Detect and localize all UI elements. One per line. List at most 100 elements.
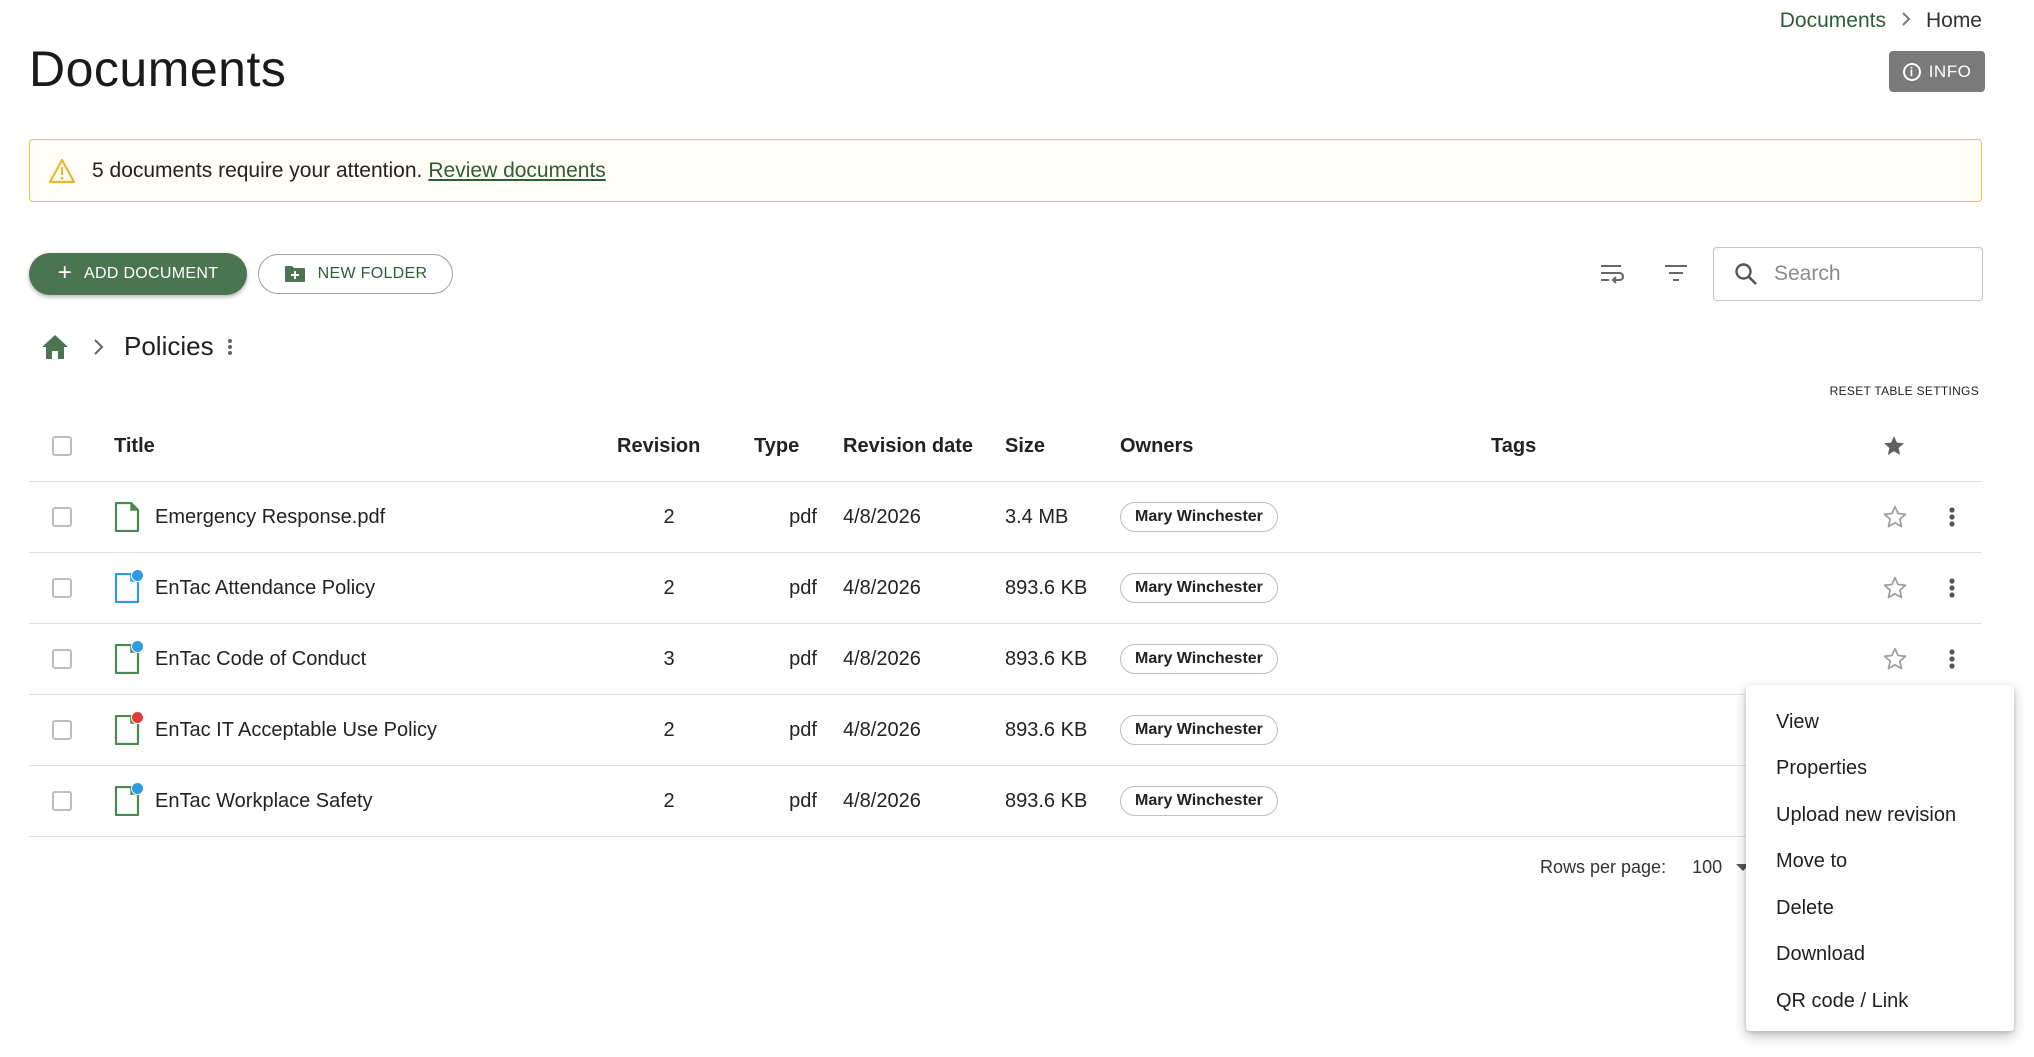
document-size: 893.6 KB <box>1005 718 1088 741</box>
alert-message: 5 documents require your attention. <box>92 158 423 182</box>
document-revision-date: 4/8/2026 <box>843 647 921 670</box>
breadcrumb-documents-link[interactable]: Documents <box>1780 9 1886 33</box>
status-dot <box>131 640 144 653</box>
row-checkbox[interactable] <box>52 578 72 598</box>
column-revision[interactable]: Revision <box>609 411 757 481</box>
row-more-icon[interactable] <box>1948 482 1956 552</box>
warning-icon <box>48 158 76 183</box>
document-title[interactable]: Emergency Response.pdf <box>155 506 385 529</box>
info-button[interactable]: i INFO <box>1889 51 1985 92</box>
chevron-right-icon <box>1900 11 1912 32</box>
row-more-icon[interactable] <box>1948 553 1956 623</box>
plus-icon: + <box>57 259 73 286</box>
status-dot <box>131 782 144 795</box>
filter-icon[interactable] <box>1660 257 1692 289</box>
document-size: 893.6 KB <box>1005 647 1088 670</box>
info-button-label: INFO <box>1928 61 1972 81</box>
table-row[interactable]: EnTac IT Acceptable Use Policy 2 pdf 4/8… <box>29 695 1982 766</box>
new-folder-button[interactable]: NEW FOLDER <box>258 254 453 294</box>
folder-name: Policies <box>124 331 214 361</box>
table-row[interactable]: EnTac Workplace Safety 2 pdf 4/8/2026 89… <box>29 766 1982 837</box>
owner-chip[interactable]: Mary Winchester <box>1120 502 1278 532</box>
file-icon <box>114 640 144 675</box>
search-box[interactable] <box>1713 247 1983 301</box>
table-header: Title Revision Type Revision date Size O… <box>29 411 1982 482</box>
rows-per-page-select[interactable]: 100 <box>1692 857 1722 878</box>
menu-item-download[interactable]: Download <box>1746 932 2014 979</box>
row-checkbox[interactable] <box>52 791 72 811</box>
new-folder-label: NEW FOLDER <box>317 265 428 282</box>
menu-item-upload-new-revision[interactable]: Upload new revision <box>1746 792 2014 839</box>
rows-per-page-label: Rows per page: <box>1540 857 1667 877</box>
document-title[interactable]: EnTac IT Acceptable Use Policy <box>155 719 437 742</box>
breadcrumb-home[interactable]: Home <box>1926 9 1982 33</box>
menu-item-qr-code-link[interactable]: QR code / Link <box>1746 978 2014 1025</box>
document-type: pdf <box>789 647 817 670</box>
favorite-star-icon[interactable] <box>1882 553 1908 623</box>
document-revision: 2 <box>663 576 675 599</box>
status-dot <box>131 569 144 582</box>
column-size[interactable]: Size <box>1005 411 1045 481</box>
reset-table-settings-button[interactable]: RESET TABLE SETTINGS <box>1830 384 1979 398</box>
owner-chip[interactable]: Mary Winchester <box>1120 715 1278 745</box>
row-checkbox[interactable] <box>52 507 72 527</box>
document-revision-date: 4/8/2026 <box>843 505 921 528</box>
owner-chip[interactable]: Mary Winchester <box>1120 573 1278 603</box>
document-size: 3.4 MB <box>1005 505 1069 528</box>
document-revision: 2 <box>663 505 675 528</box>
row-checkbox[interactable] <box>52 720 72 740</box>
file-icon <box>114 711 144 746</box>
file-icon <box>114 782 144 817</box>
page-title: Documents <box>29 41 287 97</box>
add-document-label: ADD DOCUMENT <box>84 265 219 282</box>
table-row[interactable]: EnTac Code of Conduct 3 pdf 4/8/2026 893… <box>29 624 1982 695</box>
file-icon <box>114 501 140 533</box>
document-type: pdf <box>789 718 817 741</box>
rows-per-page: Rows per page: 100 <box>1540 857 1751 878</box>
row-more-icon[interactable] <box>1948 624 1956 694</box>
column-owners[interactable]: Owners <box>1120 411 1193 481</box>
column-title[interactable]: Title <box>114 411 155 481</box>
attention-alert: 5 documents require your attention. Revi… <box>29 139 1982 202</box>
owner-chip[interactable]: Mary Winchester <box>1120 786 1278 816</box>
documents-table: Title Revision Type Revision date Size O… <box>29 411 1982 837</box>
search-input[interactable] <box>1772 261 1966 287</box>
folder-more-icon[interactable] <box>226 336 234 358</box>
search-icon <box>1735 263 1757 285</box>
document-type: pdf <box>789 505 817 528</box>
column-revision-date[interactable]: Revision date <box>843 411 973 481</box>
column-tags[interactable]: Tags <box>1491 411 1536 481</box>
document-title[interactable]: EnTac Code of Conduct <box>155 648 366 671</box>
document-revision: 2 <box>663 718 675 741</box>
favorite-star-icon[interactable] <box>1882 624 1908 694</box>
document-size: 893.6 KB <box>1005 789 1088 812</box>
owner-chip[interactable]: Mary Winchester <box>1120 644 1278 674</box>
chevron-right-icon <box>94 338 104 355</box>
status-dot <box>131 711 144 724</box>
add-document-button[interactable]: + ADD DOCUMENT <box>29 253 247 295</box>
document-title[interactable]: EnTac Workplace Safety <box>155 790 373 813</box>
favorite-star-icon[interactable] <box>1882 482 1908 552</box>
document-revision: 2 <box>663 789 675 812</box>
menu-item-move-to[interactable]: Move to <box>1746 839 2014 886</box>
star-column-icon[interactable] <box>1882 411 1906 481</box>
column-type[interactable]: Type <box>754 411 799 481</box>
row-checkbox[interactable] <box>52 649 72 669</box>
home-icon[interactable] <box>40 332 70 362</box>
top-breadcrumb: Documents Home <box>1780 9 1982 33</box>
menu-item-delete[interactable]: Delete <box>1746 885 2014 932</box>
menu-item-view[interactable]: View <box>1746 699 2014 746</box>
document-type: pdf <box>789 576 817 599</box>
wrap-text-icon[interactable] <box>1596 257 1628 289</box>
review-documents-link[interactable]: Review documents <box>428 159 605 183</box>
document-title[interactable]: EnTac Attendance Policy <box>155 577 375 600</box>
menu-item-properties[interactable]: Properties <box>1746 746 2014 793</box>
table-row[interactable]: Emergency Response.pdf 2 pdf 4/8/2026 3.… <box>29 482 1982 553</box>
document-revision-date: 4/8/2026 <box>843 718 921 741</box>
select-all-checkbox[interactable] <box>52 436 72 456</box>
folder-add-icon <box>284 266 305 282</box>
document-type: pdf <box>789 789 817 812</box>
folder-breadcrumb: Policies <box>40 331 234 362</box>
table-row[interactable]: EnTac Attendance Policy 2 pdf 4/8/2026 8… <box>29 553 1982 624</box>
info-icon: i <box>1902 62 1921 81</box>
